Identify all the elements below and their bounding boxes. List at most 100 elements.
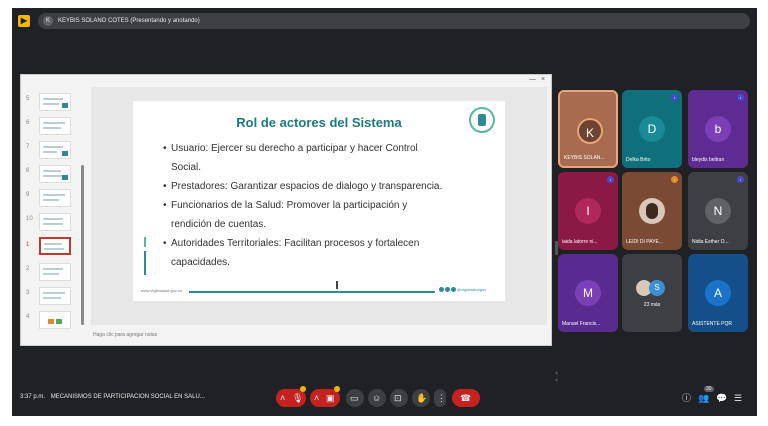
participant-tile[interactable]: A ASISTENTE PQR [688,254,748,332]
slide-thumbnail[interactable] [39,213,71,231]
participant-avatar: M [575,280,601,306]
participant-photo-avatar [639,198,665,224]
people-icon[interactable]: 👥 [698,393,709,403]
bullet-continuation: capacidades. [171,257,230,268]
info-icon[interactable]: ⓘ [682,393,691,403]
slide-thumbnail[interactable] [39,117,71,135]
microphone-off-icon[interactable]: 🎙 [292,393,303,403]
participant-tile[interactable]: • I iaida latorre ni... [558,172,618,250]
emoji-button[interactable]: ☺ [368,389,386,407]
camera-off-icon[interactable]: ▣ [326,393,335,403]
bottom-bar: 3:37 p.m. MECANISMOS DE PARTICIPACION SO… [12,384,757,414]
slide-thumbnail[interactable] [39,141,71,159]
present-icon: ⊡ [394,393,402,403]
camera-control[interactable]: ˄ ▣ [310,386,340,407]
footer-divider [189,291,435,293]
participant-avatar: I [575,198,601,224]
presenting-text: KEYBIS SOLANO COTES (Presentando y anota… [58,18,200,24]
slide-thumbnail[interactable] [39,287,71,305]
text-cursor-icon [336,281,338,289]
shared-window-titlebar: — × [21,75,551,85]
presenting-banner[interactable]: K KEYBIS SOLANO COTES (Presentando y ano… [38,13,750,29]
minimize-button[interactable]: — [529,75,536,85]
participant-tile[interactable]: K KEYBIS SOLAN... [558,90,618,168]
captions-icon: ▭ [350,393,359,403]
more-participants-tile[interactable]: S 23 más [622,254,682,332]
participant-avatar: K [577,118,603,144]
audio-indicator-icon: • [737,176,744,183]
thumb-number: 6 [26,120,30,126]
participant-tile[interactable]: M Manuel Francis... [558,254,618,332]
warning-badge-icon [334,386,340,392]
present-button[interactable]: ⊡ [390,389,408,407]
meeting-name: MECANISMOS DE PARTICIPACION SOCIAL EN SA… [50,394,205,400]
participant-tile[interactable]: • b bleydis beltran [688,90,748,168]
audio-indicator-icon: • [737,94,744,101]
slide-thumbnail[interactable] [39,93,71,111]
meet-window: ▶ K KEYBIS SOLANO COTES (Presentando y a… [12,8,757,416]
slide-footer-website: www.vigilesalud.gov.co [141,288,182,293]
institution-logo-icon [469,107,495,133]
captions-button[interactable]: ▭ [346,389,364,407]
thumb-number: 3 [26,290,30,296]
slide-thumbnail[interactable] [39,311,71,329]
notes-pane[interactable]: Haga clic para agregar notas [91,329,547,341]
participant-name: Nidia Esther O... [692,239,729,245]
microphone-control[interactable]: ˄ 🎙 [276,386,306,407]
slide-thumbnail[interactable] [39,263,71,281]
thumb-number: 10 [26,216,33,222]
slide-thumbnail[interactable] [39,189,71,207]
participant-avatar: S [649,280,665,296]
participant-avatar: b [705,116,731,142]
top-bar: ▶ K KEYBIS SOLANO COTES (Presentando y a… [12,8,757,34]
bullet-item: Autoridades Territoriales: Facilitan pro… [163,234,475,253]
audio-indicator-icon: • [671,94,678,101]
social-handle: @vigilesaludgov [457,287,487,292]
activities-icon[interactable]: ☰ [734,393,742,403]
meeting-info: 3:37 p.m. MECANISMOS DE PARTICIPACION SO… [20,394,205,400]
chat-icon[interactable]: 💬 [716,393,727,403]
participant-tile[interactable]: • D Delka Brito [622,90,682,168]
thumb-number: 9 [26,192,30,198]
participant-tile[interactable]: • LEIDI DI PAYE... [622,172,682,250]
bullet-item: Funcionarios de la Salud: Promover la pa… [163,196,475,215]
social-icon [451,287,456,293]
vertical-logo-icon [141,237,149,275]
thumb-number: 7 [26,144,30,150]
participant-name: KEYBIS SOLAN... [564,155,605,161]
participant-avatar: N [705,198,731,224]
end-call-icon: ☎ [460,393,472,403]
emoji-icon: ☺ [372,393,382,403]
slide-thumbnail[interactable] [39,165,71,183]
raise-hand-button[interactable]: ✋ [412,389,430,407]
more-participants-count: 23 más [643,302,661,308]
slide-thumbnails: 5 6 7 8 9 10 1 2 3 4 [25,89,83,341]
bullet-continuation: Social. [171,162,202,173]
thumb-number: 8 [26,168,30,174]
bullet-item: Prestadores: Garantizar espacios de dial… [163,177,475,196]
scroll-arrows-icon[interactable]: ▴ ▾ [555,369,558,385]
thumb-number: 2 [26,266,30,272]
more-icon: ⋮ [437,393,446,403]
participant-name: ASISTENTE PQR [692,321,733,327]
participant-name: Delka Brito [626,157,651,163]
participant-tile[interactable]: • N Nidia Esther O... [688,172,748,250]
social-icon [445,287,450,293]
chevron-up-icon[interactable]: ˄ [314,393,319,403]
thumb-number: 5 [26,96,30,102]
bullet-continuation: rendición de cuentas. [171,219,267,230]
social-icon [439,287,444,293]
close-button[interactable]: × [541,75,545,85]
thumbnail-scrollbar[interactable] [81,165,84,325]
more-options-button[interactable]: ⋮ [434,389,446,407]
presenter-avatar: K [43,16,53,26]
slide-stage: Rol de actores del Sistema Usuario: Ejer… [91,87,547,325]
participant-avatar: A [705,280,731,306]
participant-name: iaida latorre ni... [562,239,598,245]
clock-time: 3:37 p.m. [20,394,46,400]
participant-name: Manuel Francis... [562,321,601,327]
leave-call-button[interactable]: ☎ [452,389,480,407]
participant-name: bleydis beltran [692,157,725,163]
slide-thumbnail-selected[interactable] [39,237,71,255]
chevron-up-icon[interactable]: ˄ [280,393,285,403]
